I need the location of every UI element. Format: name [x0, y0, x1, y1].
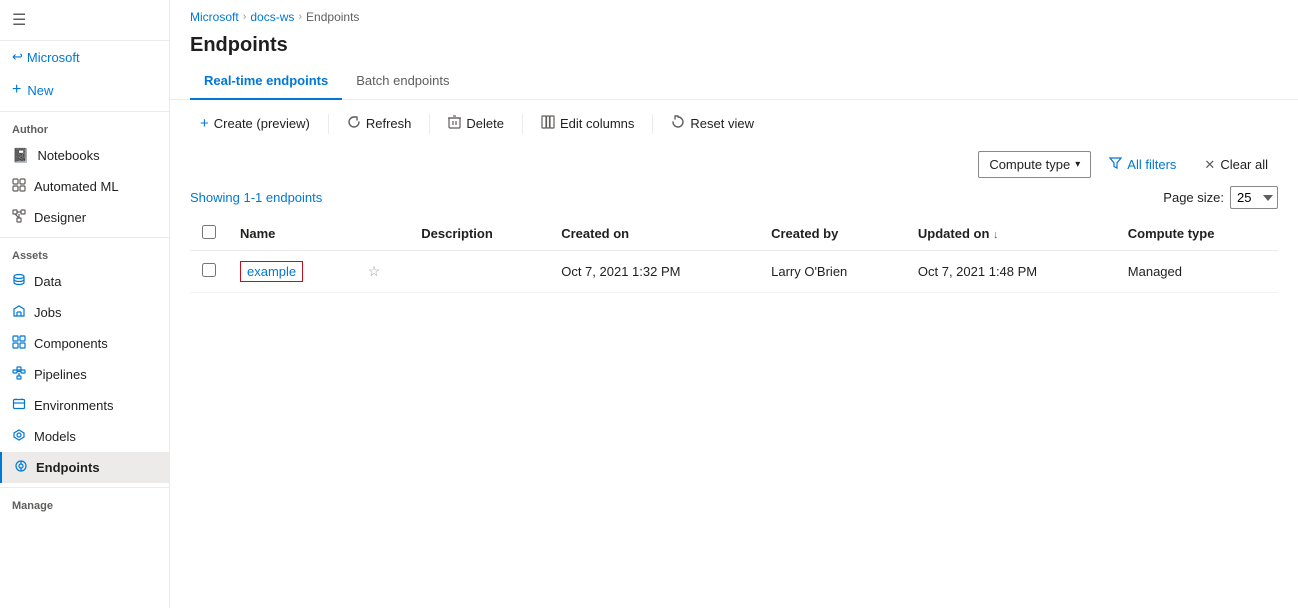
sidebar-back-button[interactable]: ↩ Microsoft — [0, 41, 169, 73]
delete-icon — [448, 115, 461, 132]
hamburger-icon[interactable]: ☰ — [12, 10, 26, 30]
delete-button[interactable]: Delete — [438, 110, 514, 137]
row-updated-on-cell: Oct 7, 2021 1:48 PM — [906, 251, 1116, 293]
row-name-cell: example — [228, 251, 356, 293]
favorite-star-icon[interactable]: ☆ — [368, 263, 381, 279]
table-row: example ☆ Oct 7, 2021 1:32 PM Larry O'Br… — [190, 251, 1278, 293]
sort-icon-updated-on: ↓ — [993, 229, 999, 241]
col-header-compute-type: Compute type — [1116, 217, 1278, 251]
sidebar-item-designer[interactable]: Designer — [0, 202, 169, 233]
plus-icon: + — [12, 81, 21, 99]
showing-label-text: Showing 1-1 endpoints — [190, 190, 322, 205]
row-compute-type-cell: Managed — [1116, 251, 1278, 293]
row-favorite-cell: ☆ — [356, 251, 410, 293]
sidebar-divider-3 — [0, 487, 169, 488]
tabs-container: Real-time endpoints Batch endpoints — [170, 65, 1298, 100]
sidebar-divider-2 — [0, 237, 169, 238]
page-size-control: Page size: 25 10 50 100 — [1163, 186, 1278, 209]
sidebar: ☰ ↩ Microsoft + New Author 📓 Notebooks A… — [0, 0, 170, 608]
breadcrumb-docs-ws[interactable]: docs-ws — [250, 10, 294, 24]
refresh-button[interactable]: Refresh — [337, 110, 422, 137]
clear-all-icon: ✕ — [1204, 157, 1215, 173]
edit-columns-button[interactable]: Edit columns — [531, 110, 644, 137]
breadcrumb-sep-1: › — [243, 11, 247, 23]
toolbar-sep-4 — [652, 114, 653, 134]
notebook-icon: 📓 — [12, 147, 29, 164]
reset-view-icon — [671, 115, 685, 132]
breadcrumb-endpoints: Endpoints — [306, 10, 359, 24]
col-header-created-on: Created on — [549, 217, 759, 251]
sidebar-item-pipelines[interactable]: Pipelines — [0, 359, 169, 390]
sidebar-item-automated-ml[interactable]: Automated ML — [0, 171, 169, 202]
page-title: Endpoints — [170, 30, 1298, 65]
sidebar-item-endpoints[interactable]: Endpoints — [0, 452, 169, 483]
create-preview-button[interactable]: + Create (preview) — [190, 110, 320, 137]
pipelines-icon — [12, 366, 26, 383]
main-content: Microsoft › docs-ws › Endpoints Endpoint… — [170, 0, 1298, 608]
reset-view-button[interactable]: Reset view — [661, 110, 764, 137]
breadcrumb: Microsoft › docs-ws › Endpoints — [170, 0, 1298, 30]
new-button[interactable]: + New — [0, 73, 169, 107]
table-area: Showing 1-1 endpoints Page size: 25 10 5… — [170, 186, 1298, 608]
manage-section-label: Manage — [0, 492, 169, 516]
sidebar-item-environments[interactable]: Environments — [0, 390, 169, 421]
refresh-icon — [347, 115, 361, 132]
assets-section-label: Assets — [0, 242, 169, 266]
components-icon — [12, 335, 26, 352]
toolbar-sep-2 — [429, 114, 430, 134]
compute-type-filter-button[interactable]: Compute type ▾ — [978, 151, 1091, 178]
chevron-down-icon: ▾ — [1075, 159, 1080, 170]
endpoints-table: Name Description Created on Created by U… — [190, 217, 1278, 293]
showing-label-row: Showing 1-1 endpoints Page size: 25 10 5… — [190, 186, 1278, 209]
toolbar-sep-1 — [328, 114, 329, 134]
plus-create-icon: + — [200, 115, 209, 132]
col-header-name: Name — [228, 217, 356, 251]
sidebar-item-components[interactable]: Components — [0, 328, 169, 359]
data-icon — [12, 273, 26, 290]
page-size-label: Page size: — [1163, 190, 1224, 205]
automated-ml-icon — [12, 178, 26, 195]
row-checkbox[interactable] — [202, 263, 216, 277]
author-section-label: Author — [0, 116, 169, 140]
row-created-on-cell: Oct 7, 2021 1:32 PM — [549, 251, 759, 293]
designer-icon — [12, 209, 26, 226]
filters-row: Compute type ▾ All filters ✕ Clear all — [170, 147, 1298, 186]
page-size-select[interactable]: 25 10 50 100 — [1230, 186, 1278, 209]
sidebar-divider-1 — [0, 111, 169, 112]
tab-batch-endpoints[interactable]: Batch endpoints — [342, 65, 463, 100]
models-icon — [12, 428, 26, 445]
row-checkbox-cell — [190, 251, 228, 293]
jobs-icon — [12, 304, 26, 321]
filter-icon — [1109, 157, 1122, 172]
select-all-checkbox[interactable] — [202, 225, 216, 239]
breadcrumb-sep-2: › — [298, 11, 302, 23]
col-header-checkbox — [190, 217, 228, 251]
endpoint-name-link[interactable]: example — [240, 261, 303, 282]
col-header-description: Description — [409, 217, 549, 251]
breadcrumb-microsoft[interactable]: Microsoft — [190, 10, 239, 24]
endpoints-icon — [14, 459, 28, 476]
sidebar-item-models[interactable]: Models — [0, 421, 169, 452]
toolbar-sep-3 — [522, 114, 523, 134]
clear-all-button[interactable]: ✕ Clear all — [1194, 152, 1278, 178]
row-created-by-cell: Larry O'Brien — [759, 251, 906, 293]
sidebar-header[interactable]: ☰ — [0, 0, 169, 41]
sidebar-item-jobs[interactable]: Jobs — [0, 297, 169, 328]
row-description-cell — [409, 251, 549, 293]
col-header-favorite — [356, 217, 410, 251]
sidebar-item-notebooks[interactable]: 📓 Notebooks — [0, 140, 169, 171]
edit-columns-icon — [541, 115, 555, 132]
all-filters-button[interactable]: All filters — [1099, 152, 1186, 177]
environments-icon — [12, 397, 26, 414]
toolbar: + Create (preview) Refresh — [170, 100, 1298, 147]
col-header-created-by: Created by — [759, 217, 906, 251]
col-header-updated-on: Updated on ↓ — [906, 217, 1116, 251]
back-icon: ↩ — [12, 49, 23, 65]
tab-realtime-endpoints[interactable]: Real-time endpoints — [190, 65, 342, 100]
sidebar-item-data[interactable]: Data — [0, 266, 169, 297]
